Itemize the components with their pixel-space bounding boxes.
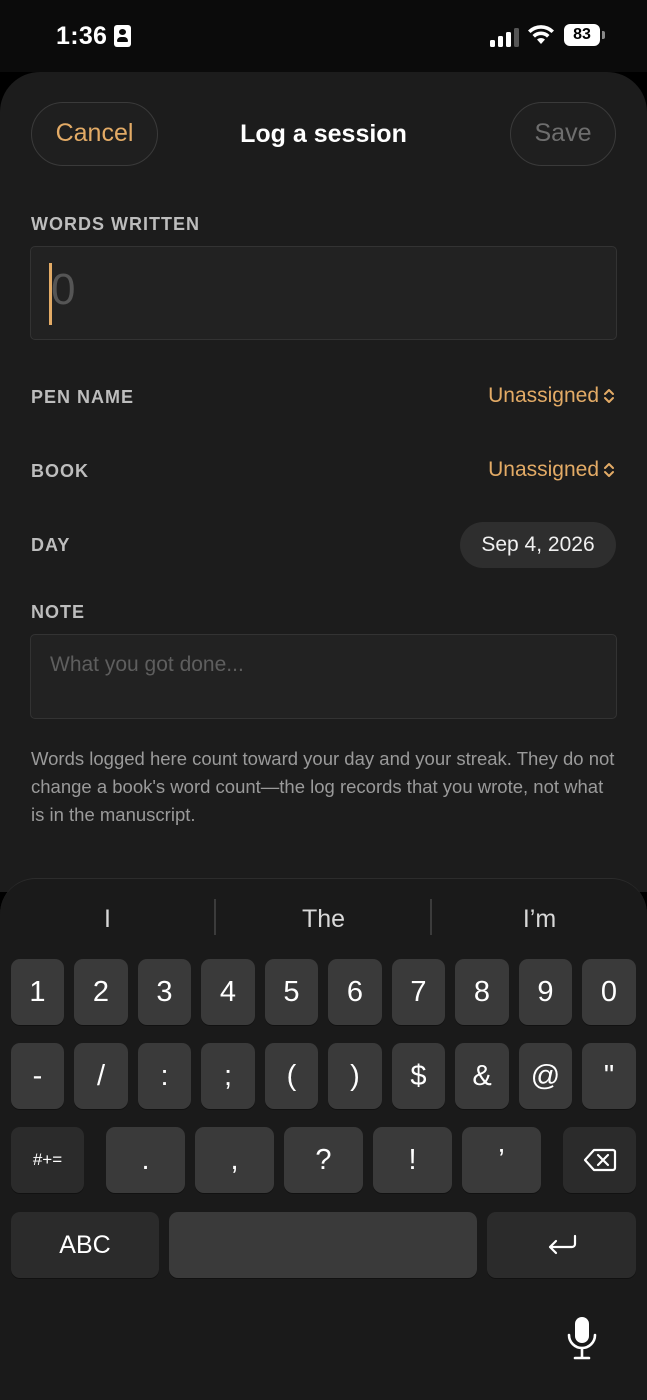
id-card-icon	[114, 25, 131, 47]
note-placeholder: What you got done...	[50, 653, 244, 676]
key-quote[interactable]: "	[582, 1043, 636, 1109]
key-hyphen[interactable]: -	[11, 1043, 64, 1109]
key-more-symbols[interactable]: #+=	[11, 1127, 84, 1193]
suggestion-2[interactable]: The	[216, 899, 431, 939]
key-3[interactable]: 3	[138, 959, 191, 1025]
space-key[interactable]	[169, 1212, 477, 1278]
key-comma[interactable]: ,	[195, 1127, 274, 1193]
note-input[interactable]: What you got done...	[30, 634, 617, 719]
key-dollar[interactable]: $	[392, 1043, 445, 1109]
backspace-key[interactable]	[563, 1127, 636, 1193]
key-apostrophe[interactable]: ’	[462, 1127, 541, 1193]
key-2[interactable]: 2	[74, 959, 128, 1025]
signal-icon	[490, 27, 520, 47]
key-ampersand[interactable]: &	[455, 1043, 509, 1109]
words-written-placeholder: 0	[51, 265, 76, 314]
key-1[interactable]: 1	[11, 959, 64, 1025]
keyboard: I The I’m 1 2 3 4 5 6 7 8 9 0 - / : ; ( …	[0, 878, 647, 1400]
status-bar: 1:36 83	[0, 0, 647, 72]
backspace-icon	[583, 1148, 616, 1172]
key-exclamation[interactable]: !	[373, 1127, 452, 1193]
book-picker[interactable]: Unassigned	[488, 458, 599, 482]
day-label: DAY	[31, 535, 71, 555]
key-0[interactable]: 0	[582, 959, 636, 1025]
chevron-updown-icon	[604, 463, 614, 477]
pen-name-label: PEN NAME	[31, 387, 135, 407]
key-9[interactable]: 9	[519, 959, 572, 1025]
pen-name-picker[interactable]: Unassigned	[488, 384, 599, 408]
save-button[interactable]: Save	[510, 102, 616, 166]
key-question[interactable]: ?	[284, 1127, 363, 1193]
key-7[interactable]: 7	[392, 959, 445, 1025]
key-semicolon[interactable]: ;	[201, 1043, 255, 1109]
wifi-icon	[528, 25, 554, 44]
key-slash[interactable]: /	[74, 1043, 128, 1109]
status-time: 1:36	[56, 22, 108, 50]
log-session-sheet: Cancel Log a session Save WORDS WRITTEN …	[0, 72, 647, 892]
key-at[interactable]: @	[519, 1043, 572, 1109]
key-5[interactable]: 5	[265, 959, 318, 1025]
key-period[interactable]: .	[106, 1127, 185, 1193]
suggestion-3[interactable]: I’m	[432, 899, 647, 939]
key-open-paren[interactable]: (	[265, 1043, 318, 1109]
chevron-updown-icon	[604, 389, 614, 403]
return-icon	[548, 1234, 576, 1255]
note-label: NOTE	[31, 602, 86, 622]
words-written-label: WORDS WRITTEN	[31, 214, 200, 234]
key-close-paren[interactable]: )	[328, 1043, 382, 1109]
key-6[interactable]: 6	[328, 959, 382, 1025]
key-abc[interactable]: ABC	[11, 1212, 159, 1278]
key-colon[interactable]: :	[138, 1043, 191, 1109]
mic-icon[interactable]	[566, 1315, 598, 1361]
helper-text: Words logged here count toward your day …	[31, 748, 615, 825]
words-written-input[interactable]: 0	[30, 246, 617, 340]
day-date-picker[interactable]: Sep 4, 2026	[460, 522, 616, 568]
return-key[interactable]	[487, 1212, 636, 1278]
suggestion-1[interactable]: I	[0, 899, 215, 939]
key-8[interactable]: 8	[455, 959, 509, 1025]
book-label: BOOK	[31, 461, 89, 481]
text-caret	[49, 263, 52, 325]
battery-icon: 83	[564, 24, 605, 46]
key-4[interactable]: 4	[201, 959, 255, 1025]
